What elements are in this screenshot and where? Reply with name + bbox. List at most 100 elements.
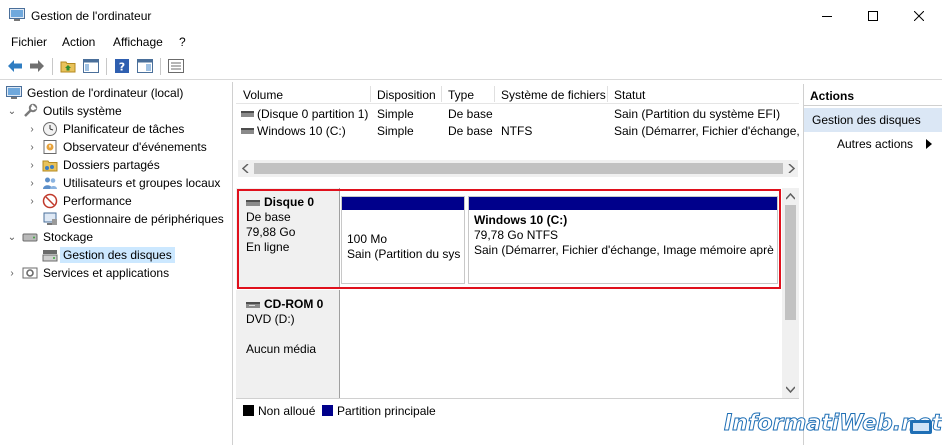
maximize-button[interactable] — [850, 0, 896, 31]
up-folder-button[interactable] — [58, 57, 78, 75]
volume-status: Sain (Démarrer, Fichier d'échange, — [614, 124, 800, 138]
cdrom-0-status: Aucun média — [246, 342, 317, 356]
chevron-down-icon[interactable]: ⌄ — [6, 106, 18, 117]
partition-windows[interactable]: Windows 10 (C:) 79,78 Go NTFS Sain (Déma… — [468, 196, 778, 284]
tree-gestion-disques[interactable]: Gestion des disques — [42, 246, 175, 264]
column-disposition[interactable]: Disposition — [377, 88, 436, 102]
clock-icon — [42, 121, 58, 137]
column-volume[interactable]: Volume — [243, 88, 283, 102]
chevron-right-icon[interactable]: › — [26, 178, 38, 189]
partition-status: Sain (Démarrer, Fichier d'échange, Image… — [474, 243, 774, 257]
volume-list: Volume Disposition Type Système de fichi… — [236, 84, 800, 184]
tree-outils-systeme[interactable]: ⌄ Outils système — [6, 102, 122, 120]
tree-gestionnaire[interactable]: Gestionnaire de périphériques — [42, 210, 224, 228]
menu-affichage[interactable]: Affichage — [113, 35, 163, 49]
show-tree-button[interactable] — [81, 57, 101, 75]
action-gestion-disques[interactable]: Gestion des disques — [804, 108, 942, 132]
help-button[interactable]: ? — [112, 57, 132, 75]
tree-root[interactable]: Gestion de l'ordinateur (local) — [6, 84, 183, 102]
legend-unallocated: Non alloué — [258, 404, 316, 418]
chevron-right-icon[interactable]: › — [26, 142, 38, 153]
watermark-logo-icon — [910, 420, 932, 434]
column-type[interactable]: Type — [448, 88, 474, 102]
volume-name: (Disque 0 partition 1) — [257, 107, 369, 121]
action-autres-actions[interactable]: Autres actions — [804, 132, 942, 154]
disk-0-size: 79,88 Go — [246, 225, 296, 239]
help-icon: ? — [115, 59, 129, 74]
minimize-button[interactable] — [804, 0, 850, 31]
cdrom-0-row[interactable]: CD-ROM 0 DVD (D:) Aucun média — [236, 290, 781, 398]
table-row[interactable]: Windows 10 (C:) Simple De base NTFS Sain… — [236, 122, 800, 139]
vertical-scrollbar[interactable] — [782, 188, 799, 398]
folder-up-icon — [60, 61, 76, 73]
column-filesystem[interactable]: Système de fichiers — [501, 88, 606, 102]
legend-swatch-primary — [322, 405, 333, 416]
legend: Non alloué Partition principale — [236, 398, 799, 420]
list-view-icon — [168, 59, 184, 73]
tree-dossiers-partages[interactable]: › Dossiers partagés — [26, 156, 159, 174]
cdrom-icon — [246, 301, 260, 308]
volume-filesystem: NTFS — [501, 124, 533, 138]
event-viewer-icon — [42, 139, 58, 155]
maximize-icon — [868, 10, 878, 21]
partition-status: Sain (Partition du sys — [347, 247, 461, 261]
scroll-down-icon[interactable] — [786, 386, 795, 393]
arrow-right-icon — [30, 60, 44, 72]
disk-0-status: En ligne — [246, 240, 290, 254]
chevron-right-icon[interactable]: › — [26, 196, 38, 207]
watermark: InformatiWeb.net — [723, 411, 942, 437]
volume-disposition: Simple — [377, 107, 414, 121]
title-bar: Gestion de l'ordinateur — [0, 0, 942, 31]
console-tree-icon — [83, 59, 99, 73]
disk-0-row[interactable]: Disque 0 De base 79,88 Go En ligne 100 M… — [236, 188, 781, 288]
chevron-right-icon[interactable]: › — [26, 124, 38, 135]
partition-efi[interactable]: 100 Mo Sain (Partition du sys — [341, 196, 465, 284]
svg-text:?: ? — [119, 61, 125, 74]
tree-utilisateurs[interactable]: › Utilisateurs et groupes locaux — [26, 174, 220, 192]
tree-planificateur[interactable]: › Planificateur de tâches — [26, 120, 184, 138]
volume-disposition: Simple — [377, 124, 414, 138]
scroll-right-icon[interactable] — [787, 164, 795, 173]
back-button[interactable] — [5, 57, 25, 75]
volume-icon — [241, 124, 254, 139]
submenu-arrow-icon — [926, 139, 932, 149]
toolbar: ? — [0, 53, 942, 80]
menu-action[interactable]: Action — [62, 35, 95, 49]
primary-partition-band — [342, 197, 464, 210]
scroll-up-icon[interactable] — [786, 193, 795, 200]
column-statut[interactable]: Statut — [614, 88, 645, 102]
tree-performance[interactable]: › Performance — [26, 192, 132, 210]
legend-primary: Partition principale — [337, 404, 436, 418]
volume-list-header: Volume Disposition Type Système de fichi… — [236, 84, 799, 104]
volume-icon — [241, 107, 254, 122]
partition-name: Windows 10 (C:) — [474, 213, 568, 227]
scrollbar-thumb[interactable] — [254, 163, 783, 174]
toolbar-separator — [106, 58, 107, 75]
tree-observateur[interactable]: › Observateur d'événements — [26, 138, 207, 156]
toolbar-separator — [52, 58, 53, 75]
disk-view: Disque 0 De base 79,88 Go En ligne 100 M… — [236, 188, 799, 398]
menu-fichier[interactable]: Fichier — [11, 35, 47, 49]
tree-services[interactable]: › Services et applications — [6, 264, 169, 282]
close-button[interactable] — [896, 0, 942, 31]
forward-button[interactable] — [27, 57, 47, 75]
horizontal-scrollbar[interactable] — [238, 160, 798, 177]
tools-icon — [22, 103, 38, 119]
table-row[interactable]: (Disque 0 partition 1) Simple De base Sa… — [236, 105, 799, 122]
chevron-right-icon[interactable]: › — [26, 160, 38, 171]
view-list-button[interactable] — [166, 57, 186, 75]
window-panel-icon — [137, 59, 153, 73]
chevron-right-icon[interactable]: › — [6, 268, 18, 279]
menu-help[interactable]: ? — [179, 35, 186, 49]
scrollbar-thumb[interactable] — [785, 205, 796, 320]
tree-stockage[interactable]: ⌄ Stockage — [6, 228, 93, 246]
chevron-down-icon[interactable]: ⌄ — [6, 232, 18, 243]
scroll-left-icon[interactable] — [242, 164, 250, 173]
shared-folder-icon — [42, 157, 58, 173]
volume-type: De base — [448, 107, 493, 121]
cdrom-0-info[interactable]: CD-ROM 0 DVD (D:) Aucun média — [236, 290, 340, 398]
properties-button[interactable] — [135, 57, 155, 75]
services-icon — [22, 265, 38, 281]
volume-status: Sain (Partition du système EFI) — [614, 107, 781, 121]
disk-0-info[interactable]: Disque 0 De base 79,88 Go En ligne — [236, 188, 340, 288]
